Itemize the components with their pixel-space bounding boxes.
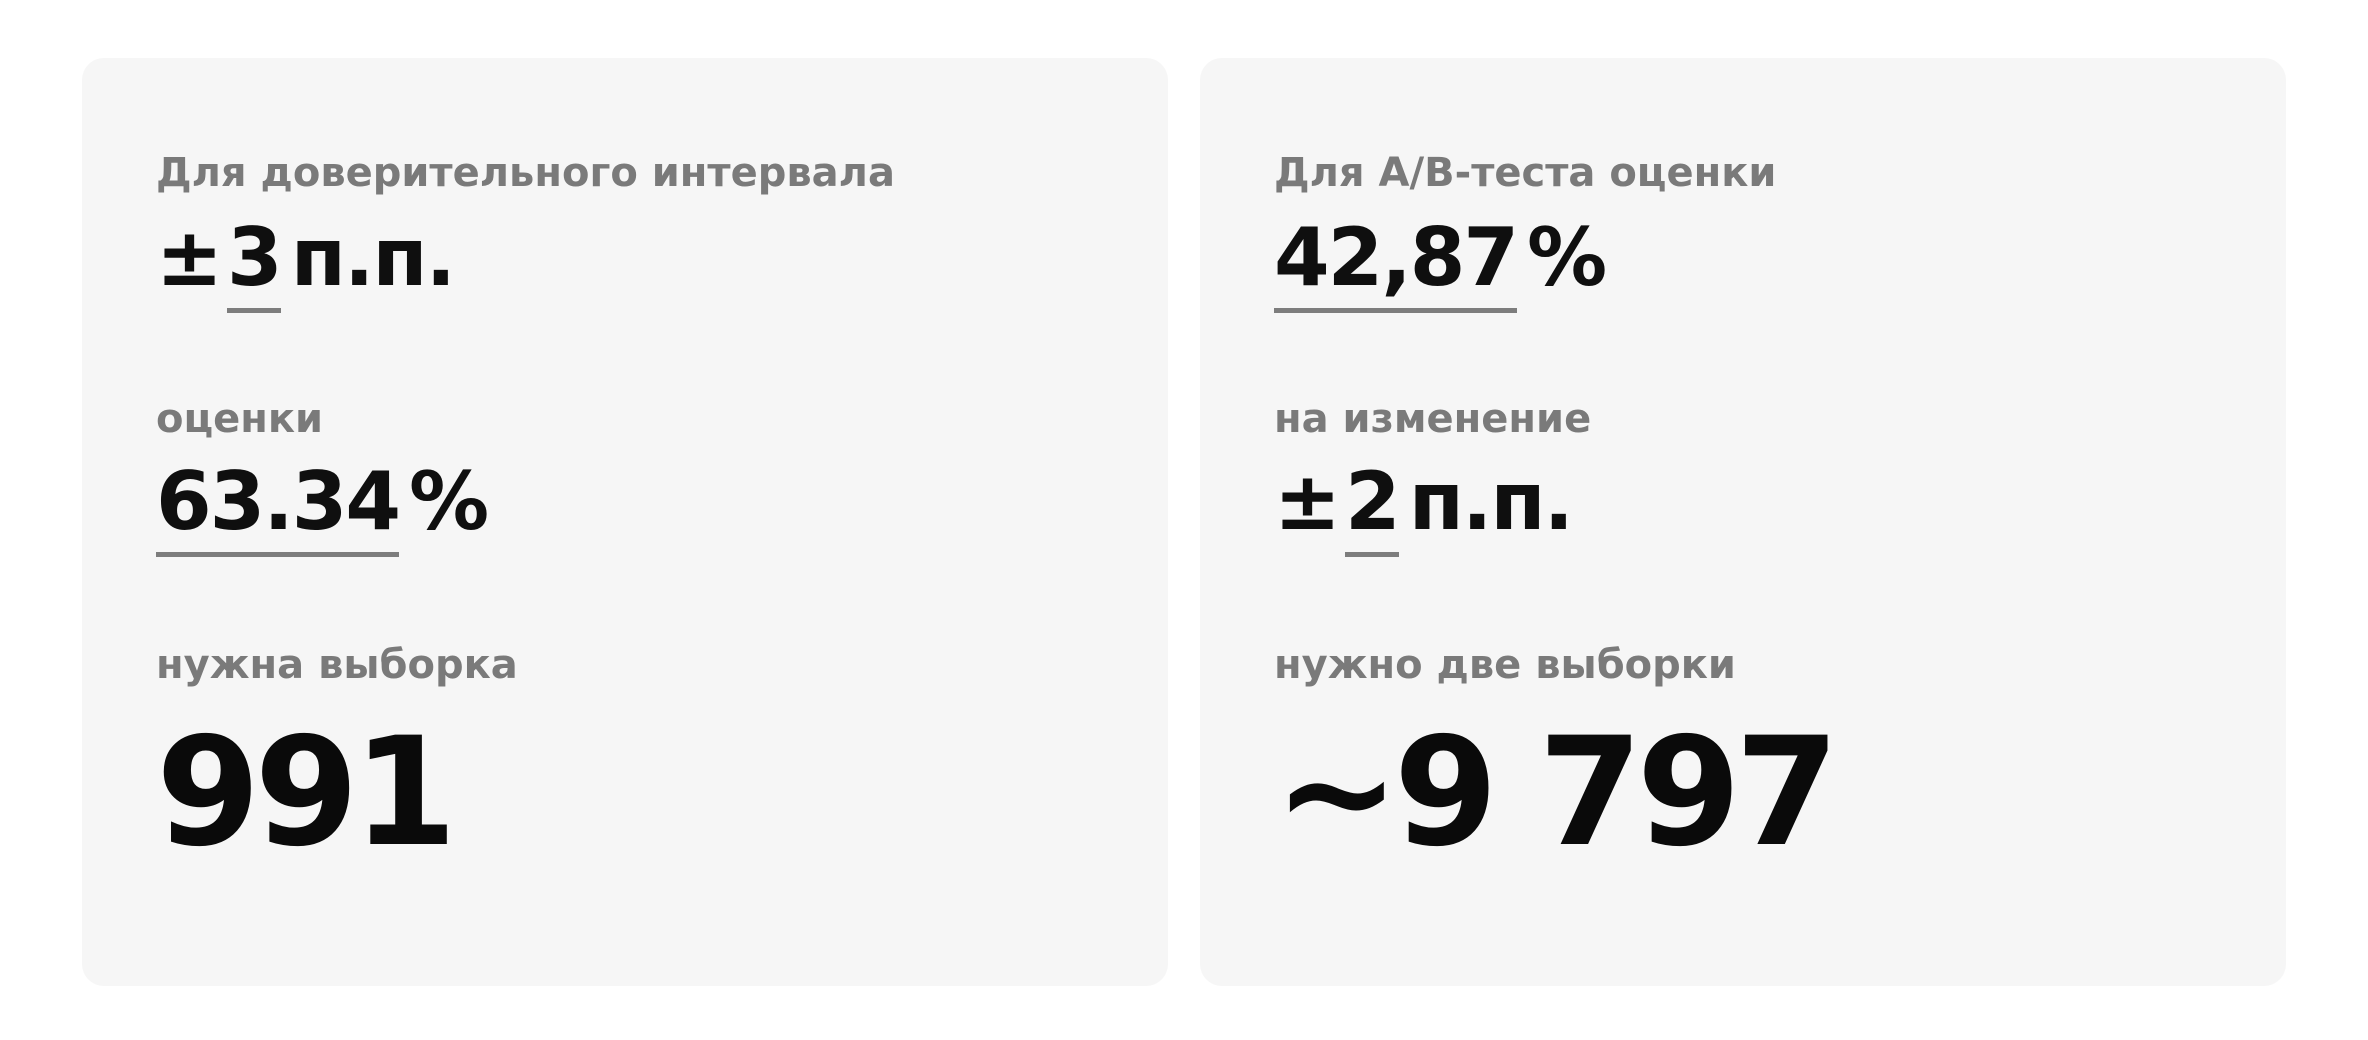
confidence-interval-card: Для доверительного интервала ±3 п.п. оцен… [82,58,1168,986]
ab-test-card: Для A/B-теста оценки 42,87% на изменение… [1200,58,2286,986]
change-label: на изменение [1274,396,1592,442]
estimate-unit: % [409,455,489,548]
interval-unit: п.п. [290,211,456,304]
interval-input[interactable]: 3 [227,218,283,313]
ab-estimate-input[interactable]: 42,87 [1274,218,1519,313]
ab-estimate-value-row: 42,87% [1274,218,1607,313]
ab-estimate-label: Для A/B-теста оценки [1274,150,1777,196]
estimate-label: оценки [156,396,324,442]
sample-size-result: 991 [156,706,457,880]
change-unit: п.п. [1408,455,1574,548]
interval-value-row: ±3 п.п. [156,218,456,313]
sample-label: нужна выборка [156,642,518,688]
change-input[interactable]: 2 [1345,462,1401,557]
plus-minus-sign: ± [1274,455,1341,548]
ab-sample-label: нужно две выборки [1274,642,1736,688]
interval-label: Для доверительного интервала [156,150,895,196]
change-value-row: ±2 п.п. [1274,462,1574,557]
estimate-value-row: 63.34% [156,462,489,557]
estimate-input[interactable]: 63.34 [156,462,401,557]
ab-estimate-unit: % [1527,211,1607,304]
calculator-page: Для доверительного интервала ±3 п.п. оцен… [0,0,2368,1040]
plus-minus-sign: ± [156,211,223,304]
ab-sample-size-result: ~9 797 [1274,706,1839,880]
